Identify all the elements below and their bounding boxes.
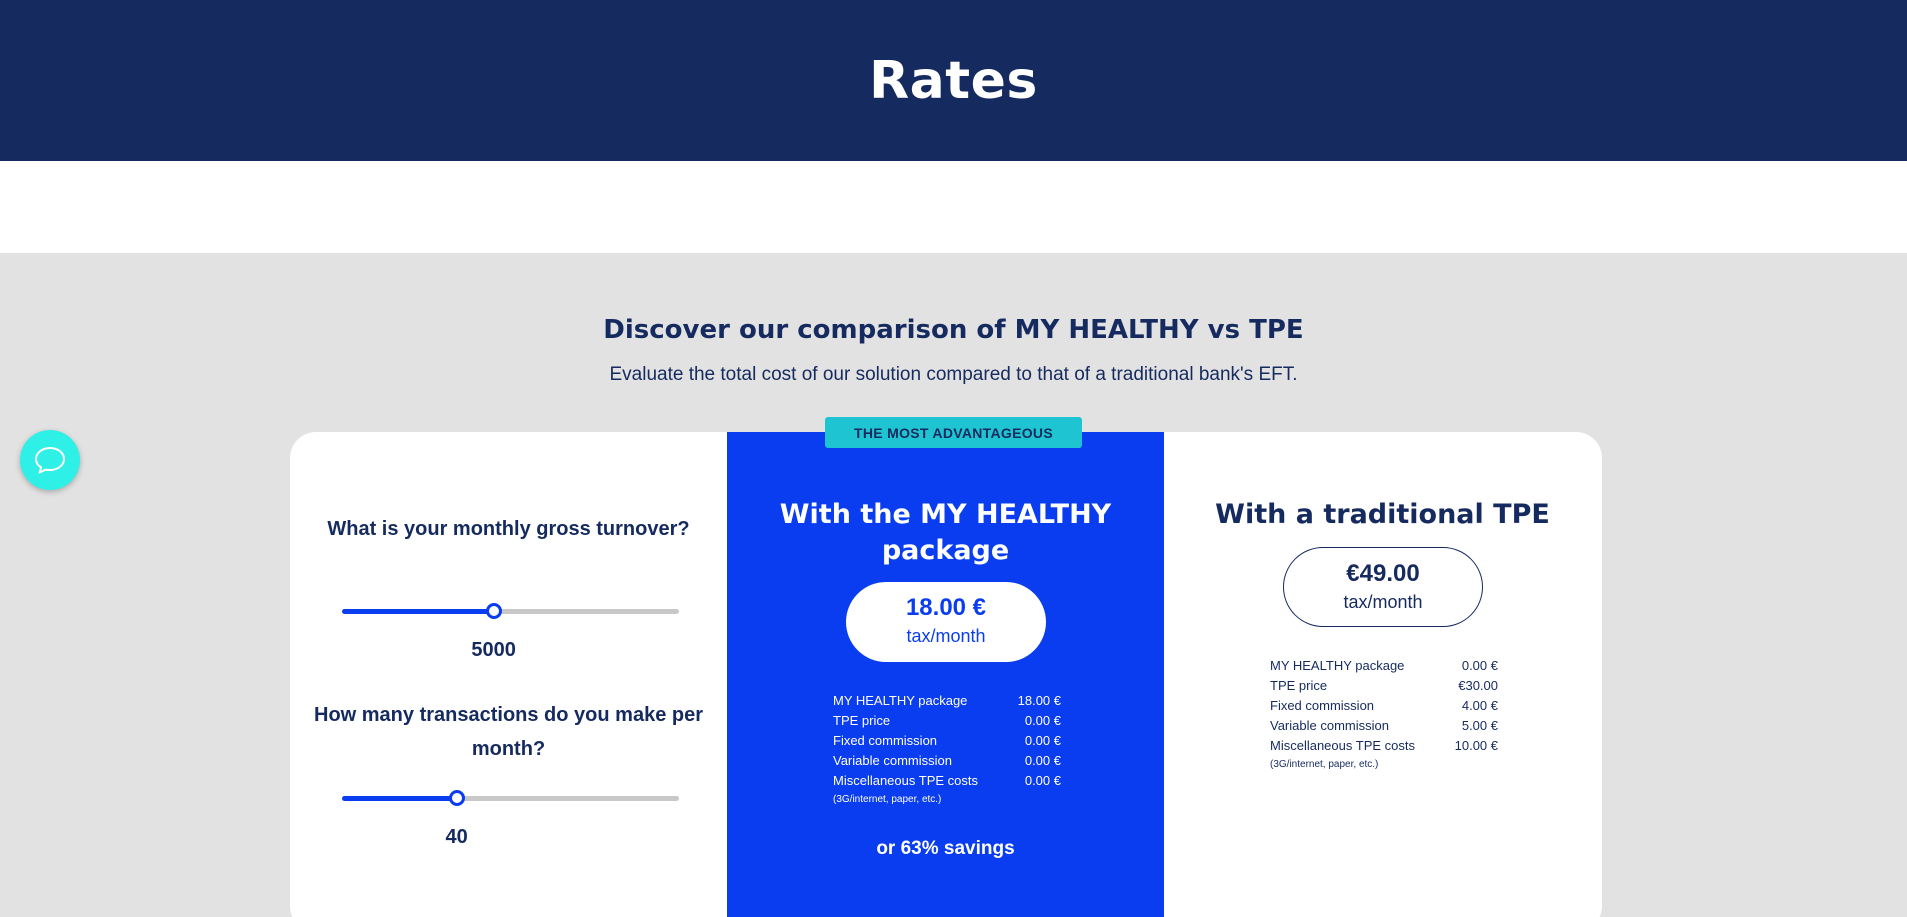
breakdown-value: €30.00 xyxy=(1458,678,1498,693)
my-healthy-breakdown: MY HEALTHY package 18.00 € TPE price 0.00 … xyxy=(833,691,1061,809)
breakdown-note: (3G/internet, paper, etc.) xyxy=(1270,759,1379,770)
breakdown-row: MY HEALTHY package 18.00 € xyxy=(833,691,1061,711)
turnover-slider[interactable] xyxy=(342,603,679,619)
breakdown-row: Variable commission 5.00 € xyxy=(1270,716,1498,736)
breakdown-label: TPE price xyxy=(1270,678,1328,693)
turnover-value: 5000 xyxy=(471,639,516,661)
breakdown-label: Miscellaneous TPE costs xyxy=(1270,738,1415,753)
transactions-value: 40 xyxy=(445,826,468,848)
chat-button[interactable] xyxy=(20,430,80,490)
savings-text: or 63% savings xyxy=(876,838,1015,859)
breakdown-label: Variable commission xyxy=(833,753,952,768)
breakdown-label: Fixed commission xyxy=(1270,698,1375,713)
my-healthy-title: With the MY HEALTHY package xyxy=(779,499,1112,566)
breakdown-row: TPE price €30.00 xyxy=(1270,676,1498,696)
transactions-slider-fill xyxy=(342,796,457,801)
transactions-question: How many transactions do you make per mo… xyxy=(314,704,703,760)
page-title: Rates xyxy=(869,50,1038,111)
breakdown-value: 0.00 € xyxy=(1461,658,1498,673)
breakdown-row: Variable commission 0.00 € xyxy=(833,751,1061,771)
turnover-question: What is your monthly gross turnover? xyxy=(327,518,690,540)
breakdown-value: 10.00 € xyxy=(1454,738,1498,753)
my-healthy-price: 18.00 € xyxy=(905,594,987,621)
breakdown-row: Fixed commission 0.00 € xyxy=(833,731,1061,751)
breakdown-row: Fixed commission 4.00 € xyxy=(1270,696,1498,716)
transactions-slider-thumb[interactable] xyxy=(448,790,465,806)
transactions-slider[interactable] xyxy=(342,790,679,806)
traditional-price-unit: tax/month xyxy=(1343,592,1423,612)
breakdown-row: Miscellaneous TPE costs 10.00 € xyxy=(1270,736,1498,756)
breakdown-note: (3G/internet, paper, etc.) xyxy=(833,794,942,805)
traditional-title: With a traditional TPE xyxy=(1215,499,1550,530)
breakdown-row: MY HEALTHY package 0.00 € xyxy=(1270,656,1498,676)
breakdown-value: 0.00 € xyxy=(1024,773,1061,788)
cost-calculator: What is your monthly gross turnover? 500… xyxy=(290,432,727,917)
page-header: Rates xyxy=(0,0,1907,161)
breakdown-value: 4.00 € xyxy=(1461,698,1498,713)
breakdown-value: 0.00 € xyxy=(1024,713,1061,728)
comparison-subtitle: Evaluate the total cost of our solution … xyxy=(609,364,1298,385)
breakdown-value: 0.00 € xyxy=(1024,733,1061,748)
my-healthy-price-pill: 18.00 € tax/month xyxy=(846,582,1046,662)
breakdown-label: TPE price xyxy=(833,713,891,728)
traditional-price: €49.00 xyxy=(1346,560,1420,587)
breakdown-label: Miscellaneous TPE costs xyxy=(833,773,978,788)
turnover-slider-fill xyxy=(342,609,494,614)
my-healthy-price-unit: tax/month xyxy=(906,626,986,646)
breakdown-label: MY HEALTHY package xyxy=(833,693,968,708)
chat-icon xyxy=(35,447,65,474)
breakdown-value: 18.00 € xyxy=(1017,693,1061,708)
most-advantageous-badge: THE MOST ADVANTAGEOUS xyxy=(825,417,1082,448)
breakdown-row: TPE price 0.00 € xyxy=(833,711,1061,731)
breakdown-value: 5.00 € xyxy=(1461,718,1498,733)
breakdown-row: Miscellaneous TPE costs 0.00 € xyxy=(833,771,1061,791)
breakdown-value: 0.00 € xyxy=(1024,753,1061,768)
comparison-title: Discover our comparison of MY HEALTHY vs… xyxy=(603,315,1304,345)
spacer-band xyxy=(0,161,1907,253)
traditional-breakdown: MY HEALTHY package 0.00 € TPE price €30.00… xyxy=(1270,656,1498,774)
breakdown-label: Variable commission xyxy=(1270,718,1389,733)
breakdown-label: Fixed commission xyxy=(833,733,938,748)
breakdown-label: MY HEALTHY package xyxy=(1270,658,1405,673)
traditional-price-pill: €49.00 tax/month xyxy=(1283,547,1483,627)
turnover-slider-thumb[interactable] xyxy=(485,603,502,619)
